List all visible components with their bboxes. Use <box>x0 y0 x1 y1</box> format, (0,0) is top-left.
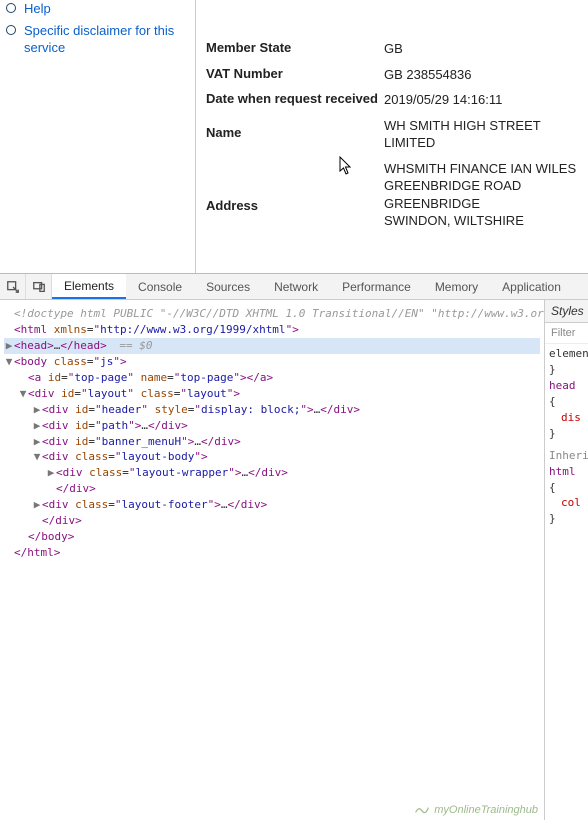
field-label: Date when request received <box>206 91 384 108</box>
devtools-tab-network[interactable]: Network <box>262 274 330 299</box>
page-content-area: Help Specific disclaimer for this servic… <box>0 0 588 274</box>
field-value: WHSMITH FINANCE IAN WILES GREENBRIDGE RO… <box>384 160 578 230</box>
radio-icon <box>6 25 16 35</box>
device-toolbar-button[interactable] <box>26 274 52 299</box>
details-panel: Member State GB VAT Number GB 238554836 … <box>196 0 588 273</box>
devtools-tab-performance[interactable]: Performance <box>330 274 423 299</box>
styles-filter-input[interactable]: Filter <box>545 323 588 344</box>
devtools-tab-console[interactable]: Console <box>126 274 194 299</box>
dom-node[interactable]: ▶</html> <box>4 545 540 561</box>
dom-node[interactable]: ▶<div id="path">…</div> <box>4 418 540 434</box>
devtools-tab-sources[interactable]: Sources <box>194 274 262 299</box>
sidebar-item-help[interactable]: Help <box>6 0 187 18</box>
field-label: Name <box>206 117 384 142</box>
inspect-element-button[interactable] <box>0 274 26 299</box>
devtools-body: ▶<!doctype html PUBLIC "-//W3C//DTD XHTM… <box>0 300 588 820</box>
sidebar: Help Specific disclaimer for this servic… <box>0 0 196 273</box>
field-value: 2019/05/29 14:16:11 <box>384 91 578 109</box>
dom-node[interactable]: ▶<div id="header" style="display: block;… <box>4 402 540 418</box>
field-value: GB 238554836 <box>384 66 578 84</box>
devtools-tabstrip: ElementsConsoleSourcesNetworkPerformance… <box>0 274 588 300</box>
field-value: WH SMITH HIGH STREET LIMITED <box>384 117 578 152</box>
dom-node[interactable]: ▼<div id="layout" class="layout"> <box>4 386 540 402</box>
dom-node[interactable]: ▶<div class="layout-footer">…</div> <box>4 497 540 513</box>
sidebar-link[interactable]: Specific disclaimer for this service <box>24 22 187 57</box>
dom-node[interactable]: ▶<!doctype html PUBLIC "-//W3C//DTD XHTM… <box>4 306 540 322</box>
dom-tree-pane[interactable]: ▶<!doctype html PUBLIC "-//W3C//DTD XHTM… <box>0 300 544 820</box>
sidebar-link[interactable]: Help <box>24 0 51 18</box>
dom-node[interactable]: ▶</body> <box>4 529 540 545</box>
dom-node[interactable]: ▶<div class="layout-wrapper">…</div> <box>4 465 540 481</box>
field-request-date: Date when request received 2019/05/29 14… <box>206 91 578 109</box>
dom-node[interactable]: ▼<div class="layout-body"> <box>4 449 540 465</box>
field-address: Address WHSMITH FINANCE IAN WILES GREENB… <box>206 160 578 230</box>
devtools-tab-memory[interactable]: Memory <box>423 274 490 299</box>
radio-icon <box>6 3 16 13</box>
dom-node[interactable]: ▶<div id="banner_menuH">…</div> <box>4 434 540 450</box>
field-label: VAT Number <box>206 66 384 83</box>
styles-tab[interactable]: Styles <box>545 300 588 323</box>
field-vat-number: VAT Number GB 238554836 <box>206 66 578 84</box>
devtools-panel: ElementsConsoleSourcesNetworkPerformance… <box>0 274 588 820</box>
dom-node[interactable]: ▶<html xmlns="http://www.w3.org/1999/xht… <box>4 322 540 338</box>
dom-node[interactable]: ▶<a id="top-page" name="top-page"></a> <box>4 370 540 386</box>
field-label: Member State <box>206 40 384 57</box>
field-label: Address <box>206 160 384 215</box>
dom-node[interactable]: ▼<body class="js"> <box>4 354 540 370</box>
field-member-state: Member State GB <box>206 40 578 58</box>
dom-node[interactable]: ▶</div> <box>4 481 540 497</box>
devtools-tab-elements[interactable]: Elements <box>52 274 126 299</box>
field-value: GB <box>384 40 578 58</box>
devtools-tab-application[interactable]: Application <box>490 274 573 299</box>
styles-pane[interactable]: Styles Filter element} head {dis} Inheri… <box>544 300 588 820</box>
dom-node[interactable]: ▶</div> <box>4 513 540 529</box>
field-name: Name WH SMITH HIGH STREET LIMITED <box>206 117 578 152</box>
dom-node[interactable]: ▶<head>…</head> == $0 <box>4 338 540 354</box>
sidebar-item-disclaimer[interactable]: Specific disclaimer for this service <box>6 22 187 57</box>
watermark: myOnlineTraininghub <box>414 804 538 816</box>
styles-body: element} head {dis} Inherite html {col} <box>545 344 588 529</box>
